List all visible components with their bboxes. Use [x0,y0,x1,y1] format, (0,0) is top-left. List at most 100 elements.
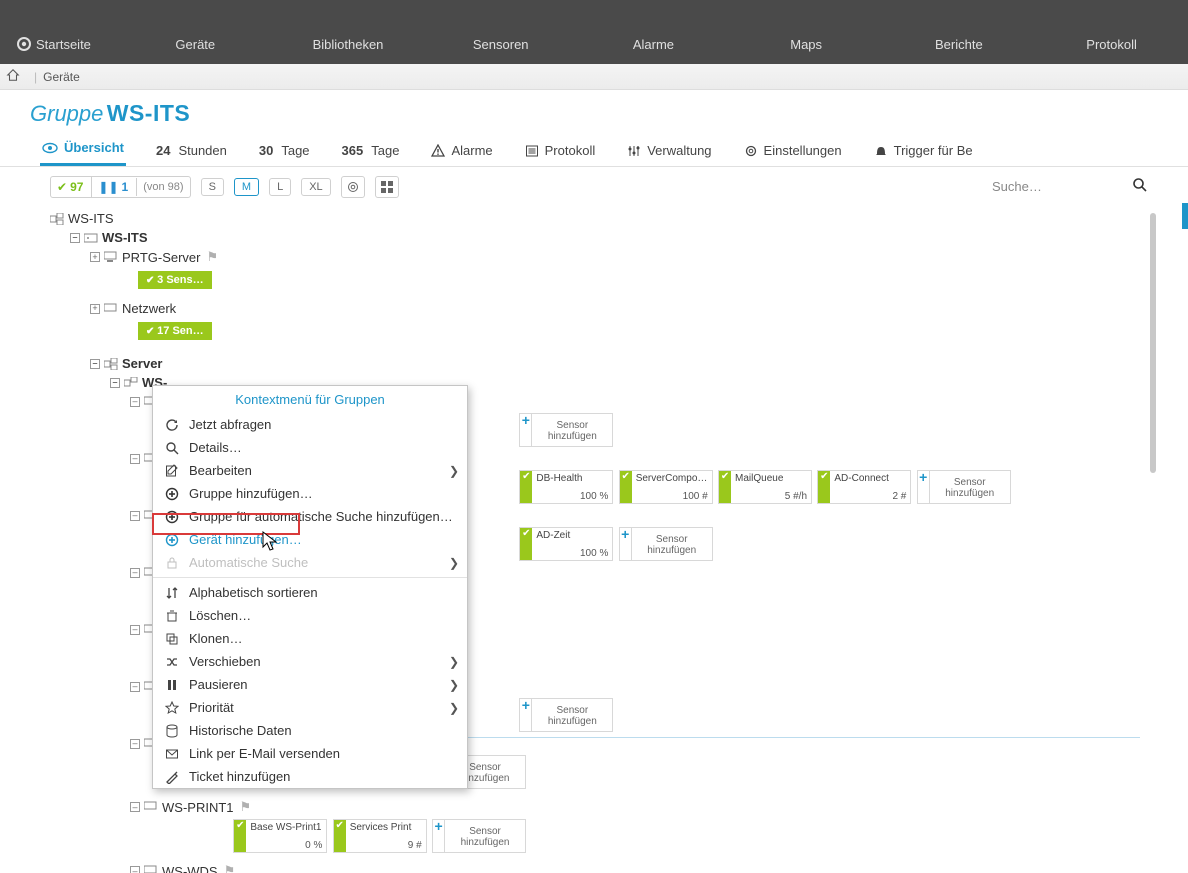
tab-trigger[interactable]: Trigger für Be [872,137,975,166]
sensor-badge[interactable]: 3 Sens… [138,271,212,289]
scrollbar-thumb[interactable] [1150,213,1156,473]
context-menu-item-label: Details… [189,440,242,455]
tab-uebersicht[interactable]: Übersicht [40,134,126,166]
collapse-toggle[interactable]: – [130,682,140,692]
sensor-tile[interactable]: ✔AD-Connect2 # [817,470,911,504]
flag-icon[interactable]: ⚑ [240,799,252,815]
tab-24h[interactable]: 24Stunden [154,137,229,166]
nav-sensoren[interactable]: Sensoren [424,30,577,56]
context-menu-item[interactable]: Gruppe hinzufügen… [153,482,467,505]
expand-toggle[interactable]: + [90,252,100,262]
size-l[interactable]: L [269,178,291,196]
collapse-toggle[interactable]: – [90,359,100,369]
context-menu-item-label: Verschieben [189,654,261,669]
flag-icon[interactable]: ⚑ [224,863,236,873]
collapse-toggle[interactable]: – [130,802,140,812]
detail-tabs: Übersicht 24Stunden 30Tage 365Tage Alarm… [0,133,1188,167]
context-menu-item[interactable]: Ticket hinzufügen [153,765,467,788]
context-menu-item[interactable]: Alphabetisch sortieren [153,581,467,604]
probe-icon [84,232,98,244]
context-menu-item[interactable]: Gruppe für automatische Suche hinzufügen… [153,505,467,528]
size-s[interactable]: S [201,178,224,196]
context-menu-item[interactable]: Verschieben❯ [153,650,467,673]
context-menu-item[interactable]: Details… [153,436,467,459]
expand-toggle[interactable]: + [90,304,100,314]
collapse-toggle[interactable]: – [130,625,140,635]
collapse-toggle[interactable]: – [70,233,80,243]
sensor-badge[interactable]: 17 Sen… [138,322,212,340]
tab-verwaltung[interactable]: Verwaltung [625,137,713,166]
pause-icon [165,678,179,692]
tab-einstellungen[interactable]: Einstellungen [742,137,844,166]
add-sensor-button[interactable]: +Sensor hinzufügen [619,527,713,561]
nav-berichte[interactable]: Berichte [883,30,1036,56]
collapse-toggle[interactable]: – [130,511,140,521]
context-menu-item-label: Link per E-Mail versenden [189,746,340,761]
eye-icon [42,141,58,155]
sensor-tile[interactable]: ✔DB-Health100 % [519,470,613,504]
sensor-tile[interactable]: ✔AD-Zeit100 % [519,527,613,561]
size-xl[interactable]: XL [301,178,330,196]
device-wswds[interactable]: – WS-WDS ⚑ [130,861,1188,873]
collapse-toggle[interactable]: – [110,378,120,388]
group-icon [124,377,138,389]
device-prtg[interactable]: + PRTG-Server ⚑ [90,247,1188,267]
device-wsprint1[interactable]: – WS-PRINT1 ⚑ [130,797,1188,817]
page-title: Gruppe WS-ITS [0,90,1188,133]
search-input[interactable] [988,175,1148,199]
tab-30d[interactable]: 30Tage [257,137,312,166]
search-icon [165,441,179,455]
tab-365d[interactable]: 365Tage [340,137,402,166]
collapse-toggle[interactable]: – [130,397,140,407]
collapse-toggle[interactable]: – [130,866,140,873]
nav-protokoll[interactable]: Protokoll [1035,30,1188,56]
add-sensor-button[interactable]: +Sensor hinzufügen [519,698,613,732]
warn-icon [431,144,445,158]
sensor-count-pill[interactable]: ✔ 97 ❚❚ 1 (von 98) [50,176,191,198]
log-icon [525,144,539,158]
settings-icon-button[interactable] [341,176,365,198]
size-m[interactable]: M [234,178,259,196]
count-total: (von 98) [136,178,189,196]
probe-node[interactable]: – WS-ITS [70,228,1188,247]
tab-alarme[interactable]: Alarme [429,137,494,166]
device-netzwerk[interactable]: + Netzwerk [90,299,1188,318]
context-menu-item[interactable]: Priorität❯ [153,696,467,719]
nav-geraete[interactable]: Geräte [119,30,272,56]
add-sensor-button[interactable]: +Sensor hinzufügen [519,413,613,447]
nav-bibliotheken[interactable]: Bibliotheken [272,30,425,56]
group-root[interactable]: WS-ITS [50,209,1188,228]
context-menu-item[interactable]: Klonen… [153,627,467,650]
context-menu-item-label: Ticket hinzufügen [189,769,290,784]
add-sensor-button[interactable]: +Sensor hinzufügen [432,819,526,853]
context-menu-item[interactable]: Historische Daten [153,719,467,742]
collapse-toggle[interactable]: – [130,739,140,749]
context-menu-item[interactable]: Gerät hinzufügen… [153,528,467,551]
nav-maps[interactable]: Maps [730,30,883,56]
sensor-tile[interactable]: ✔MailQueue5 #/h [718,470,812,504]
group-server[interactable]: – Server [90,354,1188,373]
sensor-tile[interactable]: ✔ServerCompon…100 # [619,470,713,504]
context-menu-item[interactable]: Löschen… [153,604,467,627]
bell-icon [874,144,888,158]
context-menu-item-label: Bearbeiten [189,463,252,478]
home-icon[interactable] [6,68,20,85]
nav-alarme[interactable]: Alarme [577,30,730,56]
search-icon[interactable] [1132,177,1148,196]
context-menu-item[interactable]: Link per E-Mail versenden [153,742,467,765]
refresh-icon [165,418,179,432]
nav-startseite[interactable]: Startseite [0,30,119,56]
device-icon [144,801,158,813]
add-sensor-button[interactable]: +Sensor hinzufügen [917,470,1011,504]
context-menu-item[interactable]: Jetzt abfragen [153,413,467,436]
breadcrumb-item[interactable]: Geräte [43,70,80,84]
collapse-toggle[interactable]: – [130,454,140,464]
sensor-tile[interactable]: ✔Services Print9 # [333,819,427,853]
flag-icon[interactable]: ⚑ [207,249,219,265]
collapse-toggle[interactable]: – [130,568,140,578]
context-menu-item[interactable]: Pausieren❯ [153,673,467,696]
context-menu-item[interactable]: Bearbeiten❯ [153,459,467,482]
grid-view-button[interactable] [375,176,399,198]
sensor-tile[interactable]: ✔Base WS-Print10 % [233,819,327,853]
tab-protokoll[interactable]: Protokoll [523,137,598,166]
